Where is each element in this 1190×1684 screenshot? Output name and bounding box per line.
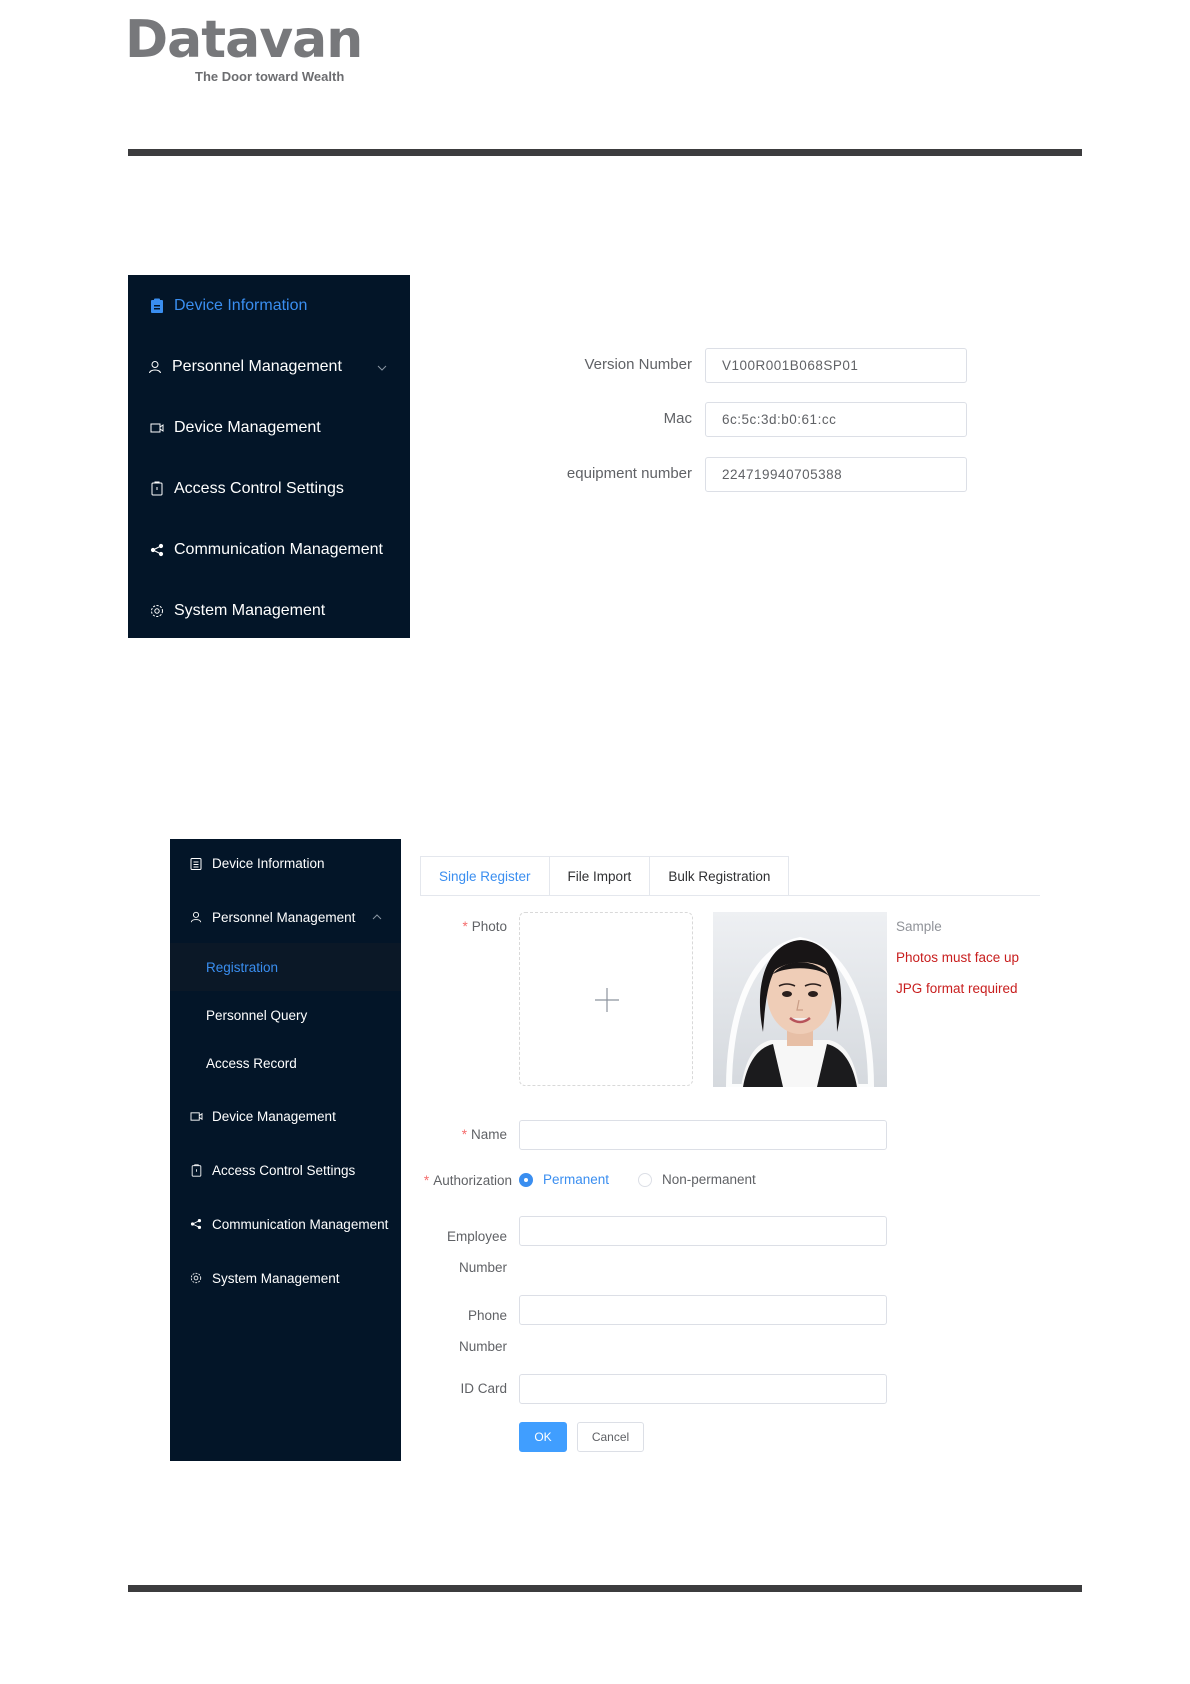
photo-label: * Photo <box>462 919 507 934</box>
sidebar-item-label: System Management <box>174 601 326 619</box>
sample-photo <box>713 912 887 1087</box>
radio-label: Non-permanent <box>662 1172 756 1187</box>
user-icon <box>146 358 164 376</box>
device-info-sidebar: Device Information Personnel Management … <box>128 275 410 638</box>
mac-field[interactable]: 6c:5c:3d:b0:61:cc <box>705 402 967 437</box>
sidebar-item-device-management[interactable]: Device Management <box>128 397 410 458</box>
radio-permanent[interactable]: Permanent <box>519 1172 609 1187</box>
sidebar-item-label: Access Control Settings <box>174 479 344 497</box>
sidebar-item-device-management[interactable]: Device Management <box>170 1092 401 1140</box>
version-number-field[interactable]: V100R001B068SP01 <box>705 348 967 383</box>
photo-upload-box[interactable] <box>519 912 693 1086</box>
registration-sidebar: Device Information Personnel Management … <box>170 839 401 1461</box>
gear-icon <box>148 602 166 620</box>
chevron-down-icon[interactable] <box>376 361 388 373</box>
camera-icon <box>148 419 166 437</box>
sidebar-item-device-information[interactable]: Device Information <box>170 839 401 887</box>
camera-icon <box>188 1108 204 1124</box>
sidebar-item-label: Access Record <box>206 1055 297 1071</box>
plus-icon <box>595 988 619 1012</box>
tab-file-import[interactable]: File Import <box>548 856 651 896</box>
authorization-label: * Authorization <box>423 1173 512 1188</box>
radio-checked-icon <box>519 1172 533 1187</box>
footer-divider <box>128 1585 1082 1592</box>
sidebar-item-communication-management[interactable]: Communication Management <box>128 519 410 580</box>
name-label: * Name <box>461 1127 507 1142</box>
logo-wordmark: Datavan <box>125 10 363 70</box>
required-mark: * <box>462 919 468 934</box>
user-icon <box>188 909 204 925</box>
sidebar-item-personnel-management[interactable]: Personnel Management <box>128 336 410 397</box>
share-icon <box>188 1216 204 1232</box>
sidebar-item-label: Personnel Management <box>212 909 356 925</box>
radio-non-permanent[interactable]: Non-permanent <box>638 1172 756 1187</box>
sample-note-face-up: Photos must face up <box>896 950 1020 965</box>
sidebar-item-access-control-settings[interactable]: Access Control Settings <box>128 458 410 519</box>
sidebar-item-label: Registration <box>206 959 279 975</box>
sample-title: Sample <box>896 919 942 934</box>
sidebar-item-label: Communication Management <box>212 1216 389 1232</box>
lock-icon <box>148 480 166 498</box>
version-number-label: Version Number <box>584 356 692 373</box>
clipboard-icon <box>148 297 166 315</box>
sidebar-item-device-information[interactable]: Device Information <box>128 275 410 336</box>
sidebar-item-label: Device Management <box>212 1108 336 1124</box>
radio-label: Permanent <box>543 1172 610 1187</box>
sidebar-item-label: Access Control Settings <box>212 1162 356 1178</box>
tab-bulk-registration[interactable]: Bulk Registration <box>649 856 790 896</box>
sidebar-item-label: Device Information <box>212 855 325 871</box>
equipment-number-field[interactable]: 224719940705388 <box>705 457 967 492</box>
name-input[interactable] <box>519 1120 887 1150</box>
sample-note-jpg-format: JPG format required <box>896 981 1018 996</box>
sidebar-item-system-management[interactable]: System Management <box>128 580 410 641</box>
datavan-logo: Datavan The Door toward Wealth <box>125 14 363 84</box>
mac-label: Mac <box>663 410 692 427</box>
phone-number-label: Phone Number <box>458 1308 507 1354</box>
sidebar-item-access-record[interactable]: Access Record <box>170 1039 401 1087</box>
sidebar-item-label: Personnel Query <box>206 1007 308 1023</box>
id-card-label: ID Card <box>460 1381 507 1396</box>
tabs-underline <box>420 895 1040 896</box>
required-mark: * <box>423 1173 430 1188</box>
phone-number-input[interactable] <box>519 1295 887 1325</box>
sample-portrait-image <box>713 912 887 1087</box>
sidebar-item-label: Device Management <box>174 418 321 436</box>
lock-icon <box>188 1162 204 1178</box>
sidebar-item-label: Communication Management <box>174 540 383 558</box>
employee-number-label: Employee Number <box>446 1229 507 1275</box>
radio-unchecked-icon <box>638 1172 652 1187</box>
logo-tagline: The Door toward Wealth <box>195 69 345 84</box>
equipment-number-label: equipment number <box>566 465 692 482</box>
sidebar-item-system-management[interactable]: System Management <box>170 1254 401 1302</box>
sidebar-item-label: Device Information <box>174 296 308 314</box>
required-mark: * <box>461 1127 467 1142</box>
sidebar-item-personnel-management[interactable]: Personnel Management <box>170 893 401 941</box>
sidebar-item-access-control-settings[interactable]: Access Control Settings <box>170 1146 401 1194</box>
cancel-button[interactable]: Cancel <box>577 1422 644 1452</box>
tab-single-register[interactable]: Single Register <box>420 856 550 896</box>
sidebar-item-communication-management[interactable]: Communication Management <box>170 1200 401 1248</box>
sidebar-item-personnel-query[interactable]: Personnel Query <box>170 991 401 1039</box>
employee-number-input[interactable] <box>519 1216 887 1246</box>
sidebar-item-label: Personnel Management <box>172 357 342 375</box>
register-tabs: Single Register File Import Bulk Registr… <box>420 856 790 896</box>
id-card-input[interactable] <box>519 1374 887 1404</box>
sidebar-item-label: System Management <box>212 1270 340 1286</box>
header-divider <box>128 149 1082 156</box>
clipboard-icon <box>188 855 204 871</box>
share-icon <box>148 541 166 559</box>
ok-button[interactable]: OK <box>519 1422 567 1452</box>
chevron-up-icon[interactable] <box>371 911 383 923</box>
sidebar-item-registration[interactable]: Registration <box>170 943 401 991</box>
gear-icon <box>188 1270 204 1286</box>
